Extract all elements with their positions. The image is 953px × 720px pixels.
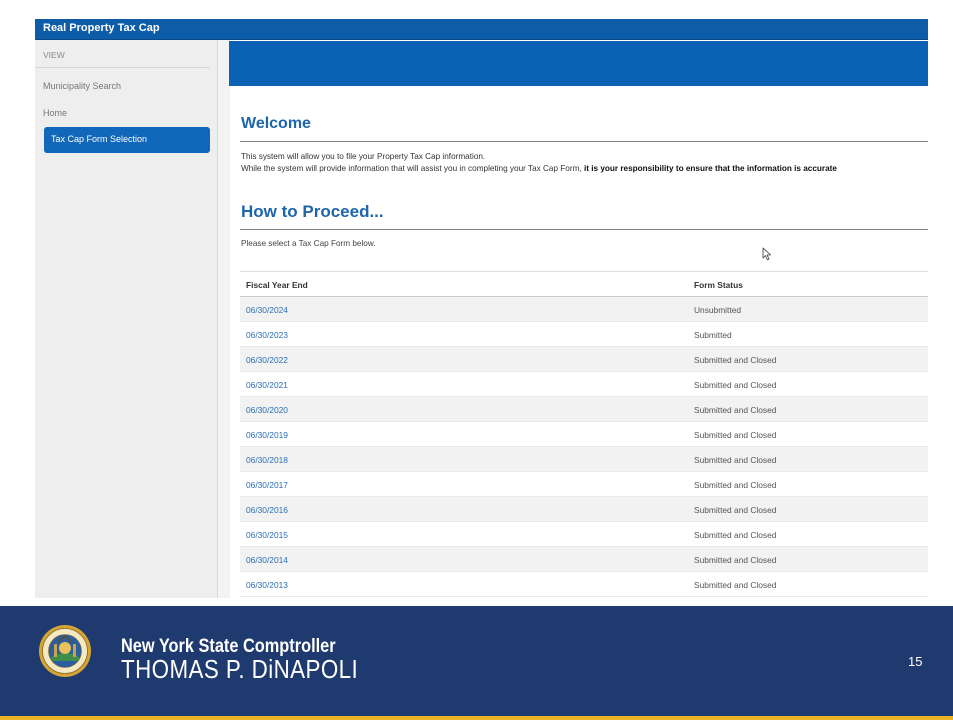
welcome-title: Welcome [241, 115, 311, 132]
table-row: 06/30/2022 Submitted and Closed [240, 347, 928, 372]
fiscal-year-link[interactable]: 06/30/2019 [246, 430, 288, 440]
page-header-banner [229, 41, 928, 86]
fiscal-year-link[interactable]: 06/30/2016 [246, 505, 288, 515]
sidebar-item-municipality-search[interactable]: Municipality Search [43, 81, 121, 91]
fiscal-year-link[interactable]: 06/30/2020 [246, 405, 288, 415]
fiscal-year-link[interactable]: 06/30/2023 [246, 330, 288, 340]
how-to-proceed-divider [240, 229, 928, 230]
how-to-proceed-title: How to Proceed... [241, 202, 384, 221]
table-row: 06/30/2021 Submitted and Closed [240, 372, 928, 397]
form-status: Submitted and Closed [694, 530, 777, 540]
fiscal-year-link[interactable]: 06/30/2021 [246, 380, 288, 390]
instruction-text: Please select a Tax Cap Form below. [241, 239, 376, 248]
slide-number: 15 [908, 654, 923, 669]
form-status: Submitted and Closed [694, 355, 777, 365]
form-status: Unsubmitted [694, 305, 742, 315]
tax-cap-form-table: Fiscal Year End Form Status 06/30/2024 U… [240, 271, 928, 597]
table-row: 06/30/2023 Submitted [240, 322, 928, 347]
welcome-divider [240, 141, 928, 142]
welcome-text-line1: This system will allow you to file your … [241, 152, 486, 161]
fiscal-year-link[interactable]: 06/30/2018 [246, 455, 288, 465]
column-header-form-status: Form Status [694, 280, 743, 290]
welcome-text-line2: While the system will provide informatio… [241, 164, 837, 173]
mouse-pointer-icon [762, 247, 772, 261]
column-header-fiscal-year-end: Fiscal Year End [246, 280, 308, 290]
fiscal-year-link[interactable]: 06/30/2022 [246, 355, 288, 365]
table-row: 06/30/2016 Submitted and Closed [240, 497, 928, 522]
form-status: Submitted and Closed [694, 505, 777, 515]
fiscal-year-link[interactable]: 06/30/2014 [246, 555, 288, 565]
table-row: 06/30/2015 Submitted and Closed [240, 522, 928, 547]
table-row: 06/30/2013 Submitted and Closed [240, 572, 928, 597]
fiscal-year-link[interactable]: 06/30/2024 [246, 305, 288, 315]
form-status: Submitted and Closed [694, 430, 777, 440]
app-title-bar: Real Property Tax Cap [35, 19, 928, 40]
fiscal-year-link[interactable]: 06/30/2013 [246, 580, 288, 590]
table-row: 06/30/2018 Submitted and Closed [240, 447, 928, 472]
sidebar: VIEW Municipality Search Home Tax Cap Fo… [35, 40, 218, 598]
form-status: Submitted and Closed [694, 455, 777, 465]
sidebar-divider [35, 67, 210, 68]
form-status: Submitted and Closed [694, 580, 777, 590]
app-title: Real Property Tax Cap [43, 22, 160, 34]
table-body: 06/30/2024 Unsubmitted 06/30/2023 Submit… [240, 297, 928, 597]
fiscal-year-link[interactable]: 06/30/2015 [246, 530, 288, 540]
form-status: Submitted and Closed [694, 380, 777, 390]
table-row: 06/30/2020 Submitted and Closed [240, 397, 928, 422]
table-row: 06/30/2017 Submitted and Closed [240, 472, 928, 497]
comptroller-name: THOMAS P. DiNAPOLI [121, 654, 359, 684]
nys-seal-icon [39, 625, 91, 677]
form-status: Submitted and Closed [694, 555, 777, 565]
table-header-row: Fiscal Year End Form Status [240, 272, 928, 297]
table-row: 06/30/2024 Unsubmitted [240, 297, 928, 322]
fiscal-year-link[interactable]: 06/30/2017 [246, 480, 288, 490]
form-status: Submitted and Closed [694, 405, 777, 415]
welcome-text-line2-bold: it is your responsibility to ensure that… [583, 164, 837, 173]
table-row: 06/30/2014 Submitted and Closed [240, 547, 928, 572]
slide-footer: New York State Comptroller THOMAS P. DiN… [0, 606, 953, 720]
table-row: 06/30/2019 Submitted and Closed [240, 422, 928, 447]
sidebar-item-tax-cap-form-selection[interactable]: Tax Cap Form Selection [44, 127, 210, 153]
sidebar-gutter [218, 40, 230, 598]
form-status: Submitted and Closed [694, 480, 777, 490]
form-status: Submitted [694, 330, 732, 340]
app-screenshot: Real Property Tax Cap VIEW Municipality … [35, 19, 928, 598]
sidebar-item-home[interactable]: Home [43, 108, 67, 118]
welcome-text-line2-prefix: While the system will provide informatio… [241, 164, 584, 173]
footer-gold-stripe [0, 716, 953, 720]
sidebar-heading: VIEW [43, 50, 65, 60]
